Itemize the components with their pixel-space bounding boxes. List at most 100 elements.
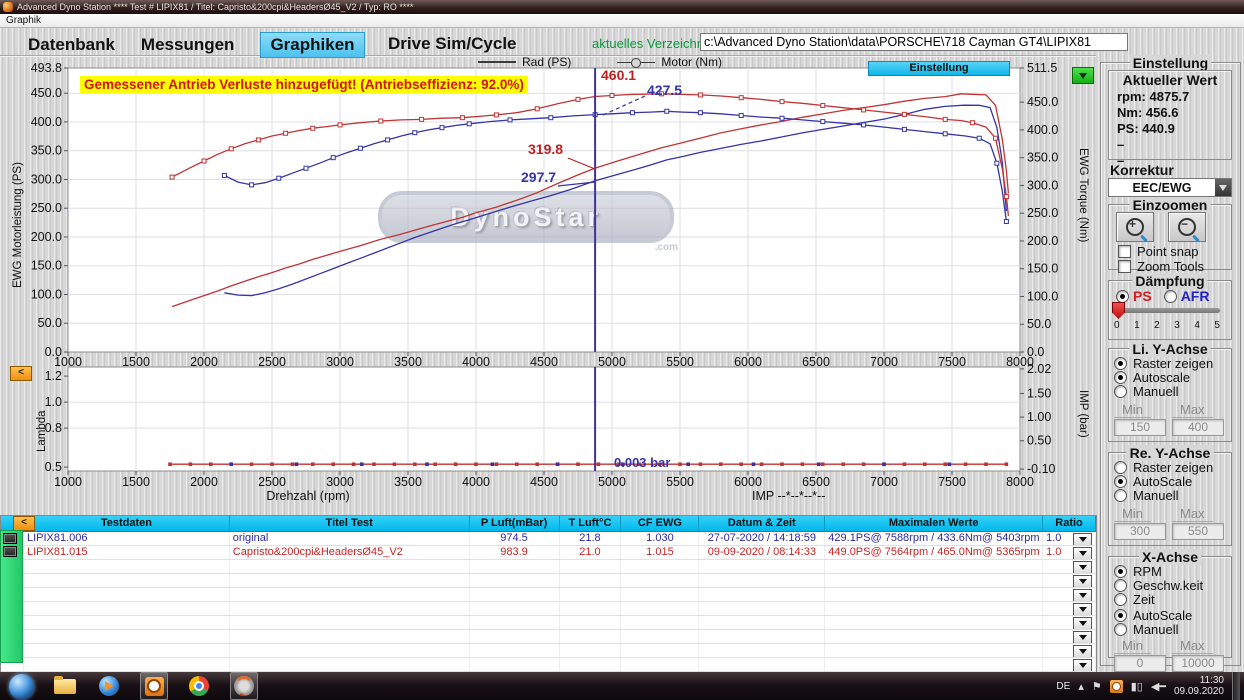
- taskbar-dyno-app-button[interactable]: [230, 672, 258, 700]
- x-zeit-radio[interactable]: [1114, 593, 1127, 606]
- ratio-dropdown-button[interactable]: [1073, 645, 1093, 657]
- table-row[interactable]: LIPIX81.006 original 974.5 21.8 1.030 27-07-2…: [1, 532, 1097, 546]
- taskbar-orange-app-button[interactable]: [140, 672, 168, 700]
- li-y-autoscale-radio[interactable]: [1114, 371, 1127, 384]
- ratio-dropdown-button[interactable]: [1073, 603, 1093, 615]
- table-row[interactable]: [1, 630, 1097, 644]
- svg-text:6500: 6500: [802, 355, 830, 369]
- tray-clock-icon[interactable]: [1109, 679, 1123, 693]
- column-header-3[interactable]: P Luft(mBar): [470, 516, 560, 531]
- re-y-manuell-label: Manuell: [1133, 488, 1179, 503]
- x-scale-autoscale-radio[interactable]: [1114, 609, 1127, 622]
- x-scale-manuell-radio[interactable]: [1114, 623, 1127, 636]
- svg-text:0.50: 0.50: [1027, 434, 1051, 448]
- column-header-2[interactable]: Titel Test: [230, 516, 470, 531]
- column-header-4[interactable]: T Luft°C: [560, 516, 622, 531]
- einstellung-button[interactable]: Einstellung: [868, 61, 1010, 76]
- test-data-table[interactable]: Testdaten Titel Test P Luft(mBar) T Luft°C C…: [0, 515, 1097, 673]
- table-row[interactable]: [1, 588, 1097, 602]
- column-header-7[interactable]: Maximalen Werte: [825, 516, 1044, 531]
- column-header-6[interactable]: Datum & Zeit: [699, 516, 826, 531]
- axis-dropdown-button[interactable]: [1072, 67, 1094, 84]
- table-row[interactable]: [1, 644, 1097, 658]
- zoom-out-button[interactable]: −: [1168, 212, 1206, 242]
- column-header-8[interactable]: Ratio: [1043, 516, 1096, 531]
- column-header-1[interactable]: Testdaten: [24, 516, 230, 531]
- table-header: Testdaten Titel Test P Luft(mBar) T Luft°C C…: [1, 516, 1096, 532]
- tab-graphiken[interactable]: Graphiken: [260, 32, 365, 58]
- re-y-min-input[interactable]: 300: [1114, 523, 1166, 540]
- row-select-icon[interactable]: [3, 546, 17, 557]
- table-row[interactable]: LIPIX81.015 Capristo&200cpi&HeadersØ45_V2…: [1, 546, 1097, 560]
- option-zoom-tools-checkbox[interactable]: [1118, 260, 1131, 273]
- tray-expand-icon[interactable]: ▴: [1078, 680, 1084, 693]
- table-row[interactable]: [1, 658, 1097, 672]
- taskbar-chrome-button[interactable]: [186, 673, 212, 699]
- start-button[interactable]: [9, 673, 34, 699]
- clock[interactable]: 11:30 09.09.2020: [1174, 675, 1224, 697]
- x-geschw-keit-radio[interactable]: [1114, 579, 1127, 592]
- option-point-snap-label: Point snap: [1137, 244, 1199, 259]
- ratio-dropdown-button[interactable]: [1073, 631, 1093, 643]
- x-rpm-radio[interactable]: [1114, 565, 1127, 578]
- svg-text:511.5: 511.5: [1027, 61, 1057, 75]
- re-y-autoscale-radio[interactable]: [1114, 475, 1127, 488]
- app-icon: [3, 2, 13, 12]
- re-y-raster-zeigen-radio[interactable]: [1114, 461, 1127, 474]
- tab-drive-sim-cycle[interactable]: Drive Sim/Cycle: [388, 34, 517, 54]
- table-row[interactable]: [1, 616, 1097, 630]
- svg-text:0.0: 0.0: [45, 345, 62, 359]
- svg-text:319.8: 319.8: [528, 141, 563, 157]
- re-y-manuell-radio[interactable]: [1114, 489, 1127, 502]
- svg-text:1.0: 1.0: [45, 395, 62, 409]
- ratio-dropdown-button[interactable]: [1073, 589, 1093, 601]
- flag-icon[interactable]: ⚑: [1092, 680, 1102, 693]
- svg-text:0.003 bar: 0.003 bar: [614, 455, 670, 470]
- damping-slider-track[interactable]: [1116, 308, 1220, 313]
- korrektur-select[interactable]: EEC/EWG: [1108, 178, 1232, 197]
- taskbar-explorer-button[interactable]: [52, 673, 78, 699]
- tab-messungen[interactable]: Messungen: [141, 35, 235, 55]
- x-max-input[interactable]: 10000: [1172, 655, 1224, 672]
- table-row[interactable]: [1, 560, 1097, 574]
- svg-text:3000: 3000: [326, 355, 354, 369]
- damping-ps-radio[interactable]: [1116, 289, 1129, 303]
- ratio-dropdown-button[interactable]: [1073, 533, 1093, 545]
- collapse-lower-chart-button[interactable]: <: [10, 366, 32, 381]
- svg-text:1.2: 1.2: [45, 369, 62, 383]
- re-y-max-input[interactable]: 550: [1172, 523, 1224, 540]
- ratio-dropdown-button[interactable]: [1073, 547, 1093, 559]
- tab-datenbank[interactable]: Datenbank: [28, 35, 115, 55]
- table-row[interactable]: [1, 602, 1097, 616]
- row-select-icon[interactable]: [3, 533, 17, 544]
- show-desktop-button[interactable]: [1232, 672, 1240, 700]
- ratio-dropdown-button[interactable]: [1073, 659, 1093, 671]
- svg-text:0.0: 0.0: [1027, 345, 1044, 359]
- speaker-icon[interactable]: ◀━: [1151, 680, 1166, 693]
- table-row[interactable]: [1, 574, 1097, 588]
- li-y-manuell-radio[interactable]: [1114, 385, 1127, 398]
- network-icon[interactable]: ▮▯: [1131, 680, 1143, 693]
- svg-text:1000: 1000: [54, 355, 82, 369]
- menu-graphik[interactable]: Graphik: [6, 15, 41, 26]
- ratio-dropdown-button[interactable]: [1073, 575, 1093, 587]
- ratio-dropdown-button[interactable]: [1073, 561, 1093, 573]
- li-y-max-input[interactable]: 400: [1172, 419, 1224, 436]
- aktueller-wert-title: Aktueller Wert: [1122, 72, 1218, 88]
- li-y-min-input[interactable]: 150: [1114, 419, 1166, 436]
- directory-input[interactable]: [700, 33, 1128, 51]
- li-y-max-label: Max: [1172, 402, 1213, 418]
- taskbar-mediaplayer-button[interactable]: [96, 673, 122, 699]
- svg-text:200.0: 200.0: [1027, 234, 1058, 248]
- main-tabs: Datenbank Messungen Graphiken: [28, 32, 365, 58]
- column-header-5[interactable]: CF EWG: [621, 516, 700, 531]
- li-y-raster-zeigen-radio[interactable]: [1114, 357, 1127, 370]
- option-point-snap-checkbox[interactable]: [1118, 245, 1131, 258]
- damping-afr-radio[interactable]: [1163, 289, 1177, 303]
- zoom-in-button[interactable]: +: [1116, 212, 1154, 242]
- collapse-table-button[interactable]: <: [13, 516, 35, 531]
- chevron-down-icon[interactable]: [1215, 179, 1231, 196]
- x-min-input[interactable]: 0: [1114, 655, 1166, 672]
- language-indicator[interactable]: DE: [1056, 681, 1070, 692]
- ratio-dropdown-button[interactable]: [1073, 617, 1093, 629]
